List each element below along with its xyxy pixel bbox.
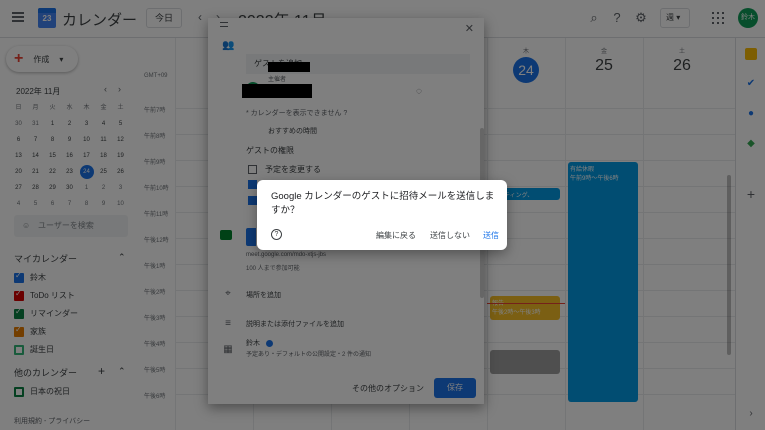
- send-button[interactable]: 送信: [483, 230, 499, 241]
- send-invite-dialog: Google カレンダーのゲストに招待メールを送信しますか？ ? 編集に戻る 送…: [257, 180, 507, 250]
- dialog-message: Google カレンダーのゲストに招待メールを送信しますか？: [271, 191, 495, 216]
- grid-scrollbar[interactable]: [727, 175, 731, 355]
- back-to-edit-button[interactable]: 編集に戻る: [376, 230, 416, 241]
- dont-send-button[interactable]: 送信しない: [430, 230, 470, 241]
- help-circle-icon[interactable]: ?: [271, 229, 282, 240]
